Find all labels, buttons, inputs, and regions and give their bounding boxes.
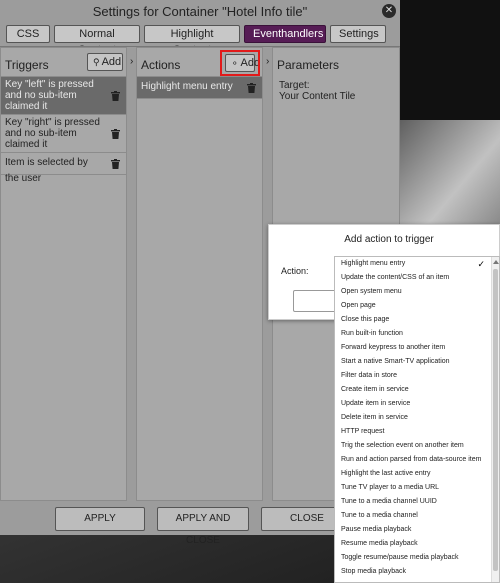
dropdown-option[interactable]: Tune to a media channel xyxy=(335,509,499,523)
dropdown-option-label: Open page xyxy=(341,302,376,309)
actions-header: Actions xyxy=(141,58,181,72)
dropdown-option[interactable]: Start a native Smart-TV application xyxy=(335,355,499,369)
trigger-item[interactable]: Key "left" is pressed and no sub-item cl… xyxy=(1,77,126,115)
dropdown-option[interactable]: Open system menu xyxy=(335,285,499,299)
dropdown-option-label: Toggle resume/pause media playback xyxy=(341,554,459,561)
dropdown-option[interactable]: Tune to a media channel UUID xyxy=(335,495,499,509)
dropdown-option-label: Highlight the last active entry xyxy=(341,470,431,477)
dropdown-options: Highlight menu entry ✓ Update the content/… xyxy=(335,257,499,579)
dropdown-option[interactable]: Stop media playback xyxy=(335,565,499,579)
checkmark-icon: ✓ xyxy=(477,259,485,269)
dropdown-option[interactable]: Filter data in store xyxy=(335,369,499,383)
action-item[interactable]: Highlight menu entry xyxy=(137,77,262,99)
add-trigger-button[interactable]: ⚲ Add xyxy=(87,53,123,71)
trigger-add-icon: ⚲ xyxy=(93,57,100,67)
dropdown-option-label: Filter data in store xyxy=(341,372,398,379)
scroll-up-icon[interactable] xyxy=(493,260,499,264)
dropdown-option[interactable]: Pause media playback xyxy=(335,523,499,537)
trash-icon[interactable] xyxy=(111,90,120,101)
dropdown-option[interactable]: Trig the selection event on another item xyxy=(335,439,499,453)
background-fabric-image xyxy=(400,120,500,230)
trigger-item[interactable]: Item is selected by the user xyxy=(1,153,126,184)
dropdown-option-label: Run built-in function xyxy=(341,330,403,337)
parameters-header: Parameters xyxy=(277,58,340,72)
dropdown-option[interactable]: Open page xyxy=(335,299,499,313)
target-label: Target: xyxy=(279,80,310,91)
dropdown-option-label: Start a native Smart-TV application xyxy=(341,358,450,365)
dropdown-option-label: Create item in service xyxy=(341,386,409,393)
dropdown-option-label: Tune TV player to a media URL xyxy=(341,484,440,491)
dropdown-option-label: HTTP request xyxy=(341,428,385,435)
trigger-item-label: Key "left" is pressed and no sub-item cl… xyxy=(5,79,94,112)
tab-normal-content[interactable]: Normal Content xyxy=(54,25,140,56)
dropdown-option[interactable]: Tune TV player to a media URL xyxy=(335,481,499,495)
tab-bar: CSS Normal Content Highlight Content Eve… xyxy=(6,25,386,56)
tab-css[interactable]: CSS xyxy=(6,25,50,43)
dropdown-option-label: Run and action parsed from data-source i… xyxy=(341,456,482,463)
close-icon[interactable]: ✕ xyxy=(382,4,396,18)
dropdown-option[interactable]: HTTP request xyxy=(335,425,499,439)
triggers-list: Key "left" is pressed and no sub-item cl… xyxy=(1,76,126,184)
dropdown-scrollbar[interactable] xyxy=(491,257,499,582)
dropdown-option-label: Stop media playback xyxy=(341,568,406,575)
dropdown-option-label: Trig the selection event on another item xyxy=(341,442,464,449)
dropdown-option[interactable]: Update item in service xyxy=(335,397,499,411)
dropdown-option-label: Forward keypress to another item xyxy=(341,344,446,351)
dropdown-option[interactable]: Close this page xyxy=(335,313,499,327)
dropdown-option-label: Update item in service xyxy=(341,400,411,407)
popup-title: Add action to trigger xyxy=(344,234,434,245)
dropdown-option[interactable]: Update the content/CSS of an item xyxy=(335,271,499,285)
dropdown-option[interactable]: Delete item in service xyxy=(335,411,499,425)
scroll-thumb[interactable] xyxy=(493,269,498,571)
dropdown-option[interactable]: Run and action parsed from data-source i… xyxy=(335,453,499,467)
dropdown-option[interactable]: Run built-in function xyxy=(335,327,499,341)
background-dark-area xyxy=(400,0,500,120)
trash-icon[interactable] xyxy=(111,158,120,169)
dropdown-option-label: Resume media playback xyxy=(341,540,418,547)
highlight-box xyxy=(220,50,260,76)
triggers-header: Triggers xyxy=(5,58,49,72)
tab-highlight-content[interactable]: Highlight Content xyxy=(144,25,240,56)
action-dropdown[interactable]: Highlight menu entry ✓ Update the content/… xyxy=(334,256,500,583)
tab-settings[interactable]: Settings xyxy=(330,25,386,43)
action-item-label: Highlight menu entry xyxy=(141,81,233,92)
dropdown-option[interactable]: Forward keypress to another item xyxy=(335,341,499,355)
trash-icon[interactable] xyxy=(247,82,256,93)
add-trigger-label: Add xyxy=(101,56,122,68)
dropdown-option[interactable]: Resume media playback xyxy=(335,537,499,551)
apply-button[interactable]: APPLY xyxy=(55,507,145,531)
chevron-right-icon: › xyxy=(266,56,270,67)
dropdown-option[interactable]: Highlight the last active entry xyxy=(335,467,499,481)
actions-list: Highlight menu entry xyxy=(137,76,262,99)
trigger-item-label: Key "right" is pressed and no sub-item c… xyxy=(5,117,100,150)
dropdown-option-label: Pause media playback xyxy=(341,526,412,533)
dropdown-option[interactable]: Toggle resume/pause media playback xyxy=(335,551,499,565)
dropdown-option-label: Highlight menu entry xyxy=(341,260,406,267)
dialog-title: Settings for Container "Hotel Info tile" xyxy=(92,4,308,19)
trigger-item[interactable]: Key "right" is pressed and no sub-item c… xyxy=(1,115,126,153)
trash-icon[interactable] xyxy=(111,128,120,139)
dropdown-option[interactable]: Highlight menu entry ✓ xyxy=(335,257,499,271)
triggers-panel: Triggers ⚲ Add Key "left" is pressed and … xyxy=(0,47,127,501)
dropdown-option-label: Update the content/CSS of an item xyxy=(341,274,450,281)
dropdown-option-label: Tune to a media channel xyxy=(341,512,418,519)
chevron-right-icon: › xyxy=(130,56,134,67)
dropdown-option-label: Delete item in service xyxy=(341,414,408,421)
tab-eventhandlers[interactable]: Eventhandlers xyxy=(244,25,326,43)
apply-and-close-button[interactable]: APPLY AND CLOSE xyxy=(157,507,249,546)
action-label: Action: xyxy=(281,266,309,276)
dropdown-option[interactable]: Create item in service xyxy=(335,383,499,397)
dropdown-option-label: Open system menu xyxy=(341,288,402,295)
dropdown-option-label: Tune to a media channel UUID xyxy=(341,498,437,505)
target-value: Your Content Tile xyxy=(279,91,356,102)
trigger-item-label: Item is selected by the user xyxy=(5,157,88,184)
parameter-target: Target: Your Content Tile xyxy=(279,80,355,102)
dropdown-option-label: Close this page xyxy=(341,316,390,323)
actions-panel: Actions ⚬ Add Highlight menu entry xyxy=(136,47,263,501)
